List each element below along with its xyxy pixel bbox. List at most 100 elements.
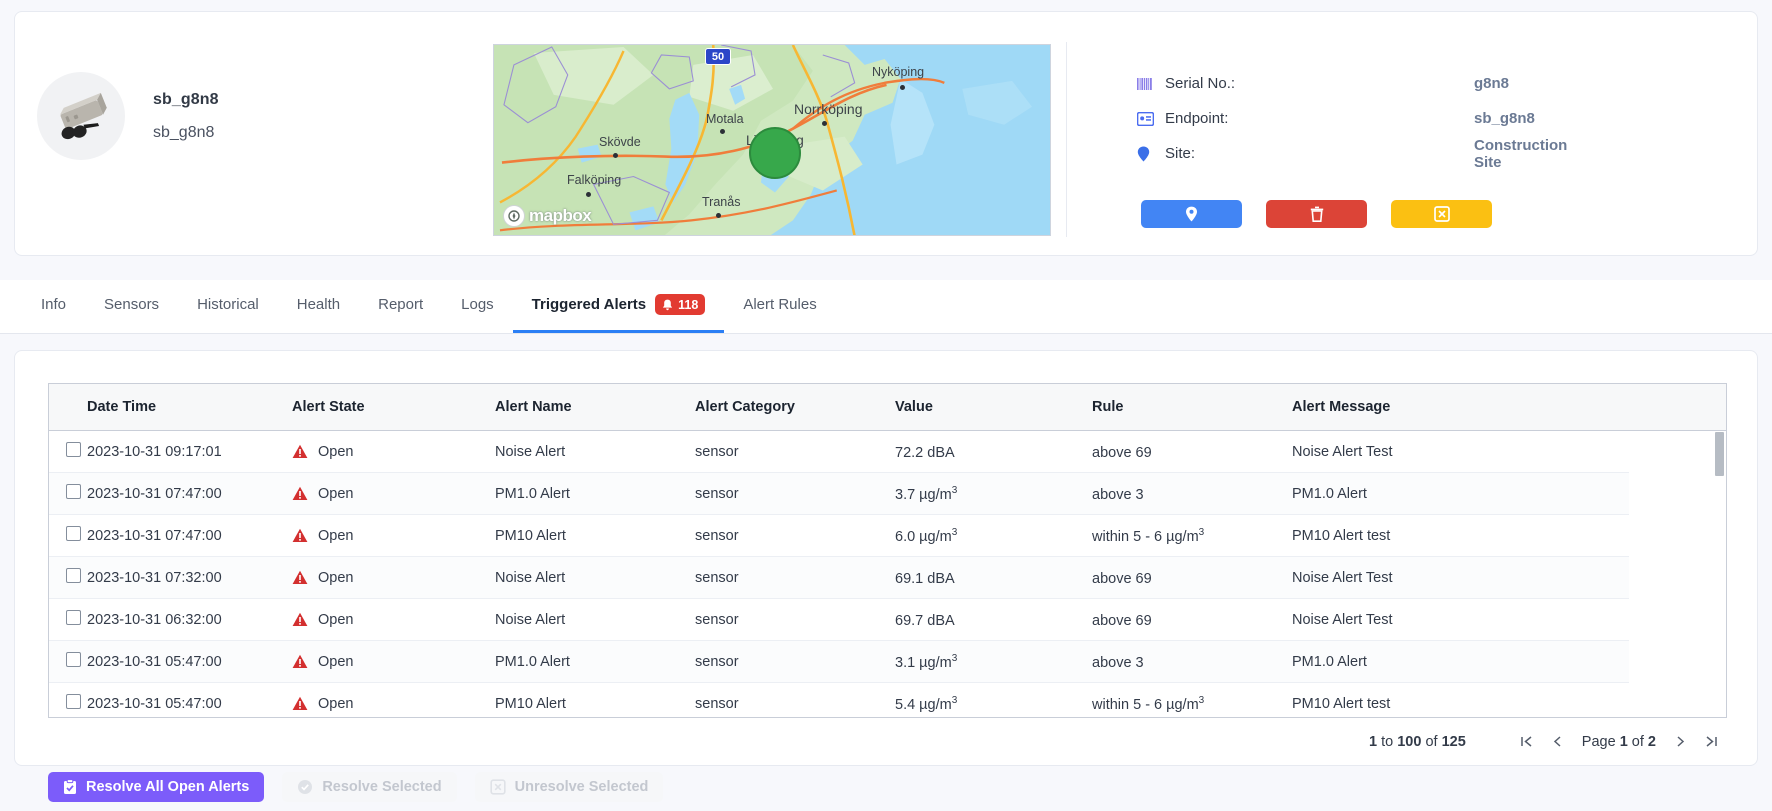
button-label: Unresolve Selected	[514, 779, 649, 795]
cell-value-exponent: 3	[951, 484, 958, 496]
table-row[interactable]: 2023-10-31 07:47:00 Open PM10 Alert sens…	[49, 515, 1629, 557]
cell-alert-state: Open	[292, 570, 495, 586]
delete-device-button[interactable]	[1266, 200, 1367, 228]
row-select-checkbox-cell	[49, 652, 87, 671]
card-divider	[1066, 42, 1067, 237]
table-row[interactable]: 2023-10-31 09:17:01 Open Noise Alert sen…	[49, 431, 1629, 473]
column-header-alert-message[interactable]: Alert Message	[1292, 399, 1492, 415]
pagination-prev-button[interactable]	[1542, 726, 1573, 757]
table-row[interactable]: 2023-10-31 06:32:00 Open Noise Alert sen…	[49, 599, 1629, 641]
cell-alert-name: PM1.0 Alert	[495, 485, 570, 502]
mapbox-compass-icon	[503, 205, 525, 227]
cell-rule: within 5 - 6 µg/m3	[1092, 695, 1292, 713]
row-select-checkbox[interactable]	[66, 484, 81, 499]
pagination-current-page: 1	[1619, 733, 1628, 750]
info-value-serial[interactable]: g8n8	[1474, 75, 1509, 92]
tab-logs[interactable]: Logs	[442, 279, 513, 333]
tab-report[interactable]: Report	[359, 279, 442, 333]
triggered-alerts-badge: 118	[655, 294, 706, 315]
alert-state-label: Open	[318, 611, 354, 628]
tab-historical[interactable]: Historical	[178, 279, 278, 333]
decommission-device-button[interactable]	[1391, 200, 1492, 228]
row-select-checkbox[interactable]	[66, 568, 81, 583]
tab-label: Historical	[197, 296, 259, 313]
cell-alert-state: Open	[292, 696, 495, 712]
resolve-all-open-alerts-button[interactable]: Resolve All Open Alerts	[48, 772, 265, 802]
info-value-endpoint[interactable]: sb_g8n8	[1474, 110, 1535, 127]
table-row[interactable]: 2023-10-31 05:47:00 Open PM10 Alert sens…	[49, 683, 1629, 717]
column-header-alert-name[interactable]: Alert Name	[495, 399, 695, 415]
button-label: Resolve All Open Alerts	[86, 779, 250, 795]
table-row[interactable]: 2023-10-31 07:32:00 Open Noise Alert sen…	[49, 557, 1629, 599]
tab-sensors[interactable]: Sensors	[85, 279, 178, 333]
cell-value-text: 5.4 µg/m	[895, 696, 952, 713]
button-label: Resolve Selected	[322, 779, 442, 795]
last-page-icon	[1706, 736, 1717, 747]
info-value-site[interactable]: Construction Site	[1474, 137, 1567, 171]
alerts-table-body: 2023-10-31 09:17:01 Open Noise Alert sen…	[49, 431, 1726, 717]
column-header-value[interactable]: Value	[895, 399, 1092, 415]
device-location-map[interactable]: 50 Nyköping Norrköping Motala Skövde Fal…	[493, 44, 1051, 236]
cell-alert-category: sensor	[695, 611, 739, 628]
row-select-checkbox[interactable]	[66, 652, 81, 667]
device-identity: sb_g8n8 sb_g8n8	[37, 72, 219, 160]
pagination-first-button[interactable]	[1511, 726, 1542, 757]
cell-value-text: 6.0 µg/m	[895, 528, 952, 545]
column-header-alert-category[interactable]: Alert Category	[695, 399, 895, 415]
table-row[interactable]: 2023-10-31 07:47:00 Open PM1.0 Alert sen…	[49, 473, 1629, 515]
sensor-device-image	[60, 92, 107, 140]
device-location-marker[interactable]	[749, 127, 801, 179]
cell-alert-message: Noise Alert Test	[1292, 443, 1393, 460]
alert-warning-icon	[292, 654, 308, 669]
cell-date-time: 2023-10-31 09:17:01	[87, 443, 222, 460]
table-row[interactable]: 2023-10-31 05:47:00 Open PM1.0 Alert sen…	[49, 641, 1629, 683]
pagination-next-button[interactable]	[1665, 726, 1696, 757]
mapbox-attribution[interactable]: mapbox	[503, 205, 592, 227]
cell-rule-text: above 69	[1092, 570, 1152, 587]
table-scrollbar-thumb[interactable]	[1715, 432, 1724, 476]
map-city-dot	[716, 213, 721, 218]
unresolve-selected-button[interactable]: Unresolve Selected	[474, 772, 664, 802]
device-summary-card: sb_g8n8 sb_g8n8 50 Nyköping Norrköping M…	[14, 11, 1758, 256]
tab-triggered-alerts[interactable]: Triggered Alerts 118	[512, 279, 725, 333]
map-city-label: Motala	[706, 112, 744, 126]
row-select-checkbox[interactable]	[66, 610, 81, 625]
alert-warning-icon	[292, 486, 308, 501]
cell-alert-message: Noise Alert Test	[1292, 569, 1393, 586]
barcode-icon	[1137, 77, 1159, 91]
locate-device-button[interactable]	[1141, 200, 1242, 228]
badge-count: 118	[678, 297, 699, 312]
alert-warning-icon	[292, 570, 308, 585]
tab-alert-rules[interactable]: Alert Rules	[724, 279, 835, 333]
column-header-date-time[interactable]: Date Time	[87, 399, 292, 415]
cell-value-text: 72.2 dBA	[895, 444, 955, 461]
row-select-checkbox-cell	[49, 442, 87, 461]
row-select-checkbox-cell	[49, 610, 87, 629]
cell-rule-text: within 5 - 6 µg/m	[1092, 696, 1199, 713]
column-header-rule[interactable]: Rule	[1092, 399, 1292, 415]
cell-value: 3.1 µg/m3	[895, 653, 1092, 671]
pagination-last-button[interactable]	[1696, 726, 1727, 757]
cell-alert-name: PM10 Alert	[495, 527, 566, 544]
x-box-icon	[1433, 206, 1450, 222]
cell-value: 69.1 dBA	[895, 569, 1092, 586]
column-header-alert-state[interactable]: Alert State	[292, 399, 495, 415]
cell-value: 5.4 µg/m3	[895, 695, 1092, 713]
row-select-checkbox[interactable]	[66, 694, 81, 709]
cell-alert-name: Noise Alert	[495, 443, 566, 460]
cell-alert-message: PM1.0 Alert	[1292, 653, 1367, 670]
tab-label: Triggered Alerts	[531, 296, 647, 313]
alerts-table: Date Time Alert State Alert Name Alert C…	[48, 383, 1727, 718]
cell-date-time: 2023-10-31 07:47:00	[87, 527, 222, 544]
cell-value-text: 3.1 µg/m	[895, 654, 952, 671]
row-select-checkbox[interactable]	[66, 442, 81, 457]
tab-label: Alert Rules	[743, 296, 817, 313]
table-vertical-scrollbar[interactable]	[1715, 431, 1725, 717]
tab-health[interactable]: Health	[278, 279, 359, 333]
row-select-checkbox[interactable]	[66, 526, 81, 541]
cell-value-exponent: 3	[951, 694, 958, 706]
alert-state-label: Open	[318, 695, 354, 712]
tab-info[interactable]: Info	[22, 279, 85, 333]
resolve-selected-button[interactable]: Resolve Selected	[282, 772, 457, 802]
map-city-label: Skövde	[599, 135, 641, 149]
